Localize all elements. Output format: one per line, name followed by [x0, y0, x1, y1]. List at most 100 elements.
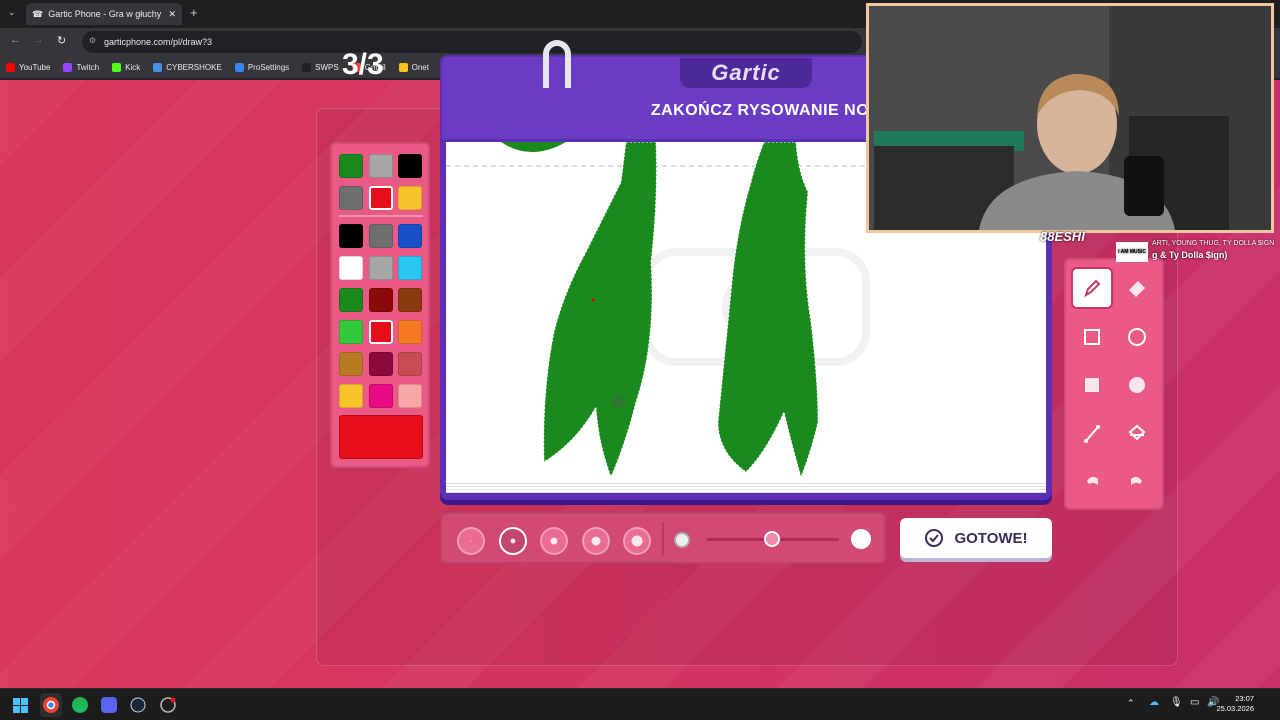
discord-icon[interactable] — [101, 697, 117, 713]
tool-button-redo[interactable] — [1118, 463, 1156, 501]
color-swatch[interactable] — [368, 224, 393, 248]
tool-button-square-fill[interactable] — [1073, 366, 1111, 404]
color-swatch[interactable] — [398, 320, 422, 344]
bookmark-label: Onet — [411, 62, 429, 72]
app-icon[interactable] — [160, 697, 176, 713]
opacity-slider[interactable] — [707, 531, 839, 547]
tool-button-bucket[interactable] — [1118, 415, 1156, 453]
color-swatch[interactable] — [339, 320, 363, 344]
browser-tab[interactable]: ☎ Gartic Phone - Gra w głuchy te ✕ — [26, 3, 182, 25]
bookmark-onet[interactable]: Onet — [398, 62, 429, 72]
color-swatch[interactable] — [398, 186, 422, 210]
new-tab-icon[interactable]: + — [190, 5, 198, 20]
taskbar: ⌃ ☁ 🎙 ▭ 🔊 — [0, 688, 1280, 720]
chrome-taskbar-button[interactable] — [40, 693, 62, 717]
steam-icon[interactable] — [130, 697, 146, 713]
tool-panel — [1064, 258, 1164, 510]
tool-button-undo[interactable] — [1073, 463, 1111, 501]
brush-size-dot — [550, 537, 558, 545]
back-icon[interactable]: ← — [10, 34, 21, 46]
color-swatch[interactable] — [339, 224, 363, 248]
color-swatch[interactable] — [368, 384, 393, 408]
now-playing-widget: I AM MUSIC ARTI, YOUNG THUG, TY DOLLA $I… — [1116, 239, 1274, 265]
bookmark-twitch[interactable]: Twitch — [63, 62, 99, 72]
selected-color-preview[interactable] — [339, 415, 423, 459]
stream-name-tag: 88ESHI — [1040, 229, 1085, 244]
opacity-low-icon — [674, 532, 690, 548]
bookmark-swps[interactable]: SWPS — [302, 62, 339, 72]
brush-size-button[interactable] — [540, 527, 568, 555]
reload-icon[interactable]: ↻ — [57, 34, 66, 47]
paper-hook-icon — [543, 40, 571, 88]
color-swatch[interactable] — [339, 352, 363, 376]
bookmark-label: ProSettings — [247, 62, 290, 72]
brush-size-button[interactable] — [498, 527, 527, 555]
color-swatch[interactable] — [398, 288, 422, 312]
color-swatch[interactable] — [398, 352, 422, 376]
done-button[interactable]: GOTOWE! — [900, 518, 1052, 558]
close-tab-icon[interactable]: ✕ — [168, 9, 176, 20]
tab-list-chevron-icon[interactable]: ⌄ — [8, 7, 16, 18]
chrome-icon — [43, 697, 59, 713]
pen-icon — [1084, 279, 1101, 298]
tool-button-line[interactable] — [1073, 415, 1111, 453]
circle-outline-icon — [1128, 327, 1146, 346]
color-swatch[interactable] — [339, 256, 363, 280]
url-field[interactable]: ⚙ garticphone.com/pl/draw?3 — [82, 31, 862, 53]
tray-chevron-icon[interactable]: ⌃ — [1127, 698, 1135, 709]
bookmark-youtube[interactable]: YouTube — [6, 62, 51, 72]
site-info-icon[interactable]: ⚙ — [89, 36, 96, 45]
color-swatch[interactable] — [368, 256, 393, 280]
color-swatch[interactable] — [398, 224, 422, 248]
color-swatch[interactable] — [368, 154, 393, 178]
tray-cloud-icon[interactable]: ☁ — [1149, 697, 1159, 708]
bookmark-cybershoke[interactable]: CYBERSHOKE — [153, 62, 222, 72]
red-dot — [591, 298, 595, 302]
color-swatch[interactable] — [368, 288, 393, 312]
color-swatch[interactable] — [368, 320, 393, 344]
color-palette — [330, 142, 430, 468]
prosettings-icon — [234, 62, 244, 72]
color-swatch[interactable] — [339, 288, 363, 312]
brush-size-dot — [631, 535, 643, 547]
forward-icon[interactable]: → — [33, 34, 44, 46]
tool-button-eraser[interactable] — [1118, 269, 1156, 307]
brush-size-button[interactable] — [457, 527, 485, 555]
color-swatch[interactable] — [339, 186, 363, 210]
tool-button-pen[interactable] — [1073, 269, 1111, 307]
bookmark-label: Kick — [125, 62, 141, 72]
bucket-icon — [1128, 424, 1146, 440]
color-swatch[interactable] — [398, 154, 422, 178]
windows-start-icon[interactable] — [13, 698, 28, 713]
tool-button-circle-fill[interactable] — [1118, 366, 1156, 404]
webcam-overlay — [866, 3, 1274, 233]
eraser-icon — [1128, 280, 1146, 298]
tool-button-circle-outline[interactable] — [1118, 318, 1156, 356]
color-swatch[interactable] — [368, 352, 393, 376]
tool-button-square-outline[interactable] — [1073, 318, 1111, 356]
url-text: garticphone.com/pl/draw?3 — [104, 37, 213, 47]
line-icon — [1084, 424, 1100, 443]
swps-icon — [302, 62, 312, 72]
color-swatch[interactable] — [339, 384, 363, 408]
opacity-slider-knob[interactable] — [763, 531, 780, 547]
bookmark-label: YouTube — [19, 62, 51, 72]
bookmark-kick[interactable]: Kick — [112, 62, 141, 72]
bookmark-prosettings[interactable]: ProSettings — [234, 62, 290, 72]
color-swatch[interactable] — [398, 384, 422, 408]
bookmark-label: CYBERSHOKE — [166, 62, 222, 72]
microphone-icon[interactable]: 🎙 — [1170, 697, 1183, 708]
redo-icon — [1131, 476, 1142, 485]
brush-size-button[interactable] — [623, 527, 651, 555]
spotify-icon[interactable] — [72, 697, 88, 713]
color-swatch[interactable] — [368, 186, 393, 210]
network-icon[interactable]: ▭ — [1190, 697, 1199, 708]
taskbar-clock[interactable]: 23:07 25.03.2026 — [1216, 694, 1254, 714]
brush-size-dot — [591, 536, 600, 546]
onet-icon — [398, 62, 408, 72]
kick-icon — [112, 62, 122, 72]
check-badge-icon — [925, 529, 944, 547]
color-swatch[interactable] — [339, 154, 363, 178]
brush-size-button[interactable] — [581, 527, 610, 555]
color-swatch[interactable] — [398, 256, 422, 280]
